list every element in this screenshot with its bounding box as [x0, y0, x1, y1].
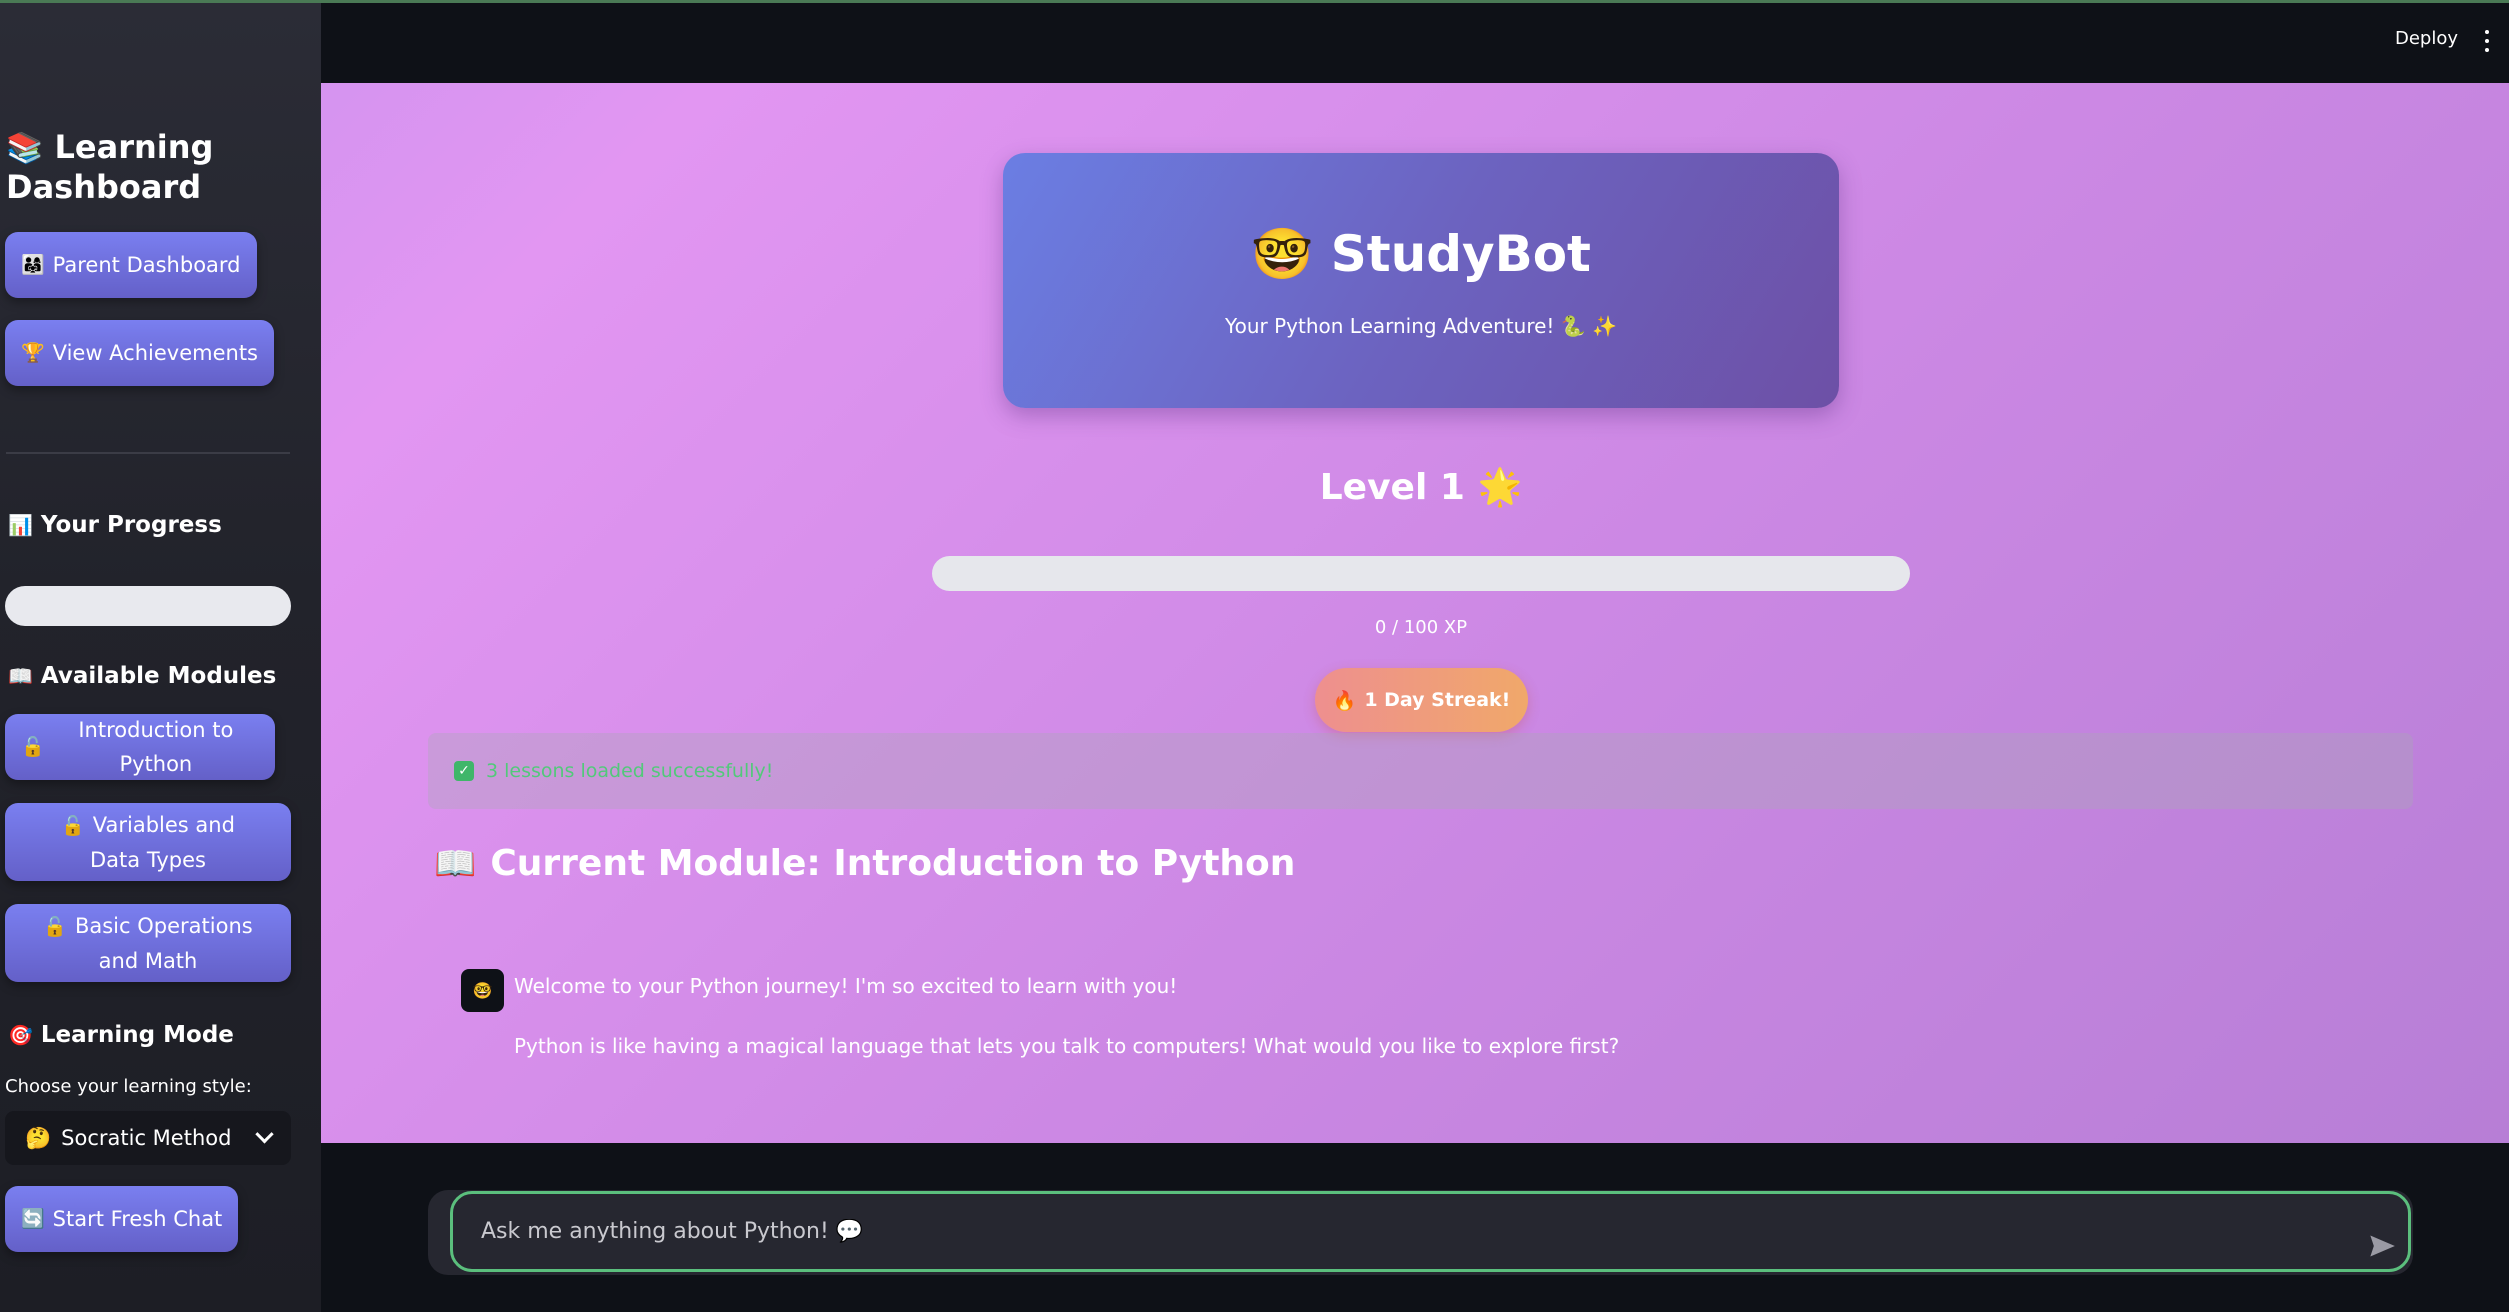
- open-book-icon: 📖: [434, 843, 477, 884]
- hero-subtitle: Your Python Learning Adventure! 🐍 ✨: [1225, 314, 1617, 338]
- learning-style-label: Choose your learning style:: [5, 1076, 252, 1097]
- success-alert: ✓ 3 lessons loaded successfully!: [428, 733, 2413, 809]
- modules-heading-text: Available Modules: [40, 663, 277, 689]
- learning-style-value: Socratic Method: [61, 1126, 232, 1150]
- success-alert-text: 3 lessons loaded successfully!: [486, 760, 774, 782]
- chat-message: Python is like having a magical language…: [514, 1034, 1620, 1058]
- current-module-text: Current Module: Introduction to Python: [490, 843, 1296, 884]
- send-icon[interactable]: [2367, 1232, 2397, 1260]
- unlock-icon: 🔓: [21, 736, 45, 758]
- parent-dashboard-button[interactable]: 👨‍👩‍👧 Parent Dashboard: [5, 232, 257, 298]
- deploy-button[interactable]: Deploy: [2395, 28, 2458, 49]
- star-icon: 🌟: [1477, 467, 1523, 508]
- unlock-icon: 🔓: [61, 814, 85, 837]
- module-button-introduction[interactable]: 🔓 Introduction to Python: [5, 714, 275, 780]
- level-label: Level 1: [1319, 467, 1465, 508]
- hero-card: 🤓 StudyBot Your Python Learning Adventur…: [1003, 153, 1839, 408]
- kebab-menu-icon[interactable]: [2484, 30, 2490, 52]
- module-button-basic-operations[interactable]: 🔓 Basic Operations and Math: [5, 904, 291, 982]
- unlock-icon: 🔓: [43, 915, 67, 938]
- view-achievements-button[interactable]: 🏆 View Achievements: [5, 320, 274, 386]
- modules-heading: 📖 Available Modules: [8, 663, 276, 689]
- learning-mode-heading-text: Learning Mode: [40, 1022, 234, 1048]
- chat-message: Welcome to your Python journey! I'm so e…: [514, 974, 1178, 998]
- xp-progress-bar: [932, 556, 1910, 591]
- xp-text: 0 / 100 XP: [1374, 617, 1468, 638]
- module-label: 🔓 Basic Operations and Math: [43, 913, 253, 973]
- books-icon: 📚: [6, 131, 44, 166]
- start-fresh-chat-label: Start Fresh Chat: [52, 1207, 223, 1231]
- hero-title: 🤓 StudyBot: [1003, 225, 1839, 284]
- chevron-down-icon: [255, 1124, 274, 1143]
- sidebar-progress-bar: [5, 586, 291, 626]
- refresh-icon: 🔄: [21, 1208, 45, 1230]
- streak-label: 1 Day Streak!: [1364, 689, 1511, 711]
- hero-title-text: StudyBot: [1330, 225, 1591, 283]
- open-book-icon: 📖: [8, 664, 33, 688]
- app-header: [321, 0, 2509, 83]
- module-button-variables[interactable]: 🔓 Variables and Data Types: [5, 803, 291, 881]
- top-accent-line: [0, 0, 2509, 3]
- thinking-face-icon: 🤔: [25, 1125, 52, 1150]
- module-label: 🔓 Variables and Data Types: [61, 812, 235, 872]
- learning-style-select[interactable]: 🤔 Socratic Method: [5, 1111, 291, 1165]
- parent-dashboard-label: Parent Dashboard: [52, 253, 241, 277]
- fire-icon: 🔥: [1332, 689, 1357, 712]
- family-icon: 👨‍👩‍👧: [21, 254, 45, 276]
- progress-heading: 📊 Your Progress: [8, 512, 222, 538]
- nerd-face-icon: 🤓: [1251, 225, 1314, 283]
- sidebar-divider: [6, 452, 290, 454]
- learning-mode-heading: 🎯 Learning Mode: [8, 1022, 234, 1048]
- current-module-title: 📖 Current Module: Introduction to Python: [434, 843, 1295, 884]
- bar-chart-icon: 📊: [8, 513, 33, 537]
- start-fresh-chat-button[interactable]: 🔄 Start Fresh Chat: [5, 1186, 239, 1252]
- level-heading: Level 1 🌟: [1100, 466, 1742, 508]
- streak-badge: 🔥 1 Day Streak!: [1315, 668, 1528, 732]
- sidebar: 📚 Learning Dashboard 👨‍👩‍👧 Parent Dashbo…: [0, 0, 321, 1312]
- chat-input[interactable]: [450, 1191, 2411, 1272]
- bot-avatar: 🤓: [461, 969, 504, 1012]
- module-label: Introduction to Python: [78, 718, 234, 776]
- view-achievements-label: View Achievements: [52, 341, 258, 365]
- sidebar-title: 📚 Learning Dashboard: [6, 128, 306, 206]
- target-icon: 🎯: [8, 1023, 33, 1047]
- trophy-icon: 🏆: [21, 342, 45, 364]
- progress-heading-text: Your Progress: [40, 512, 222, 538]
- check-icon: ✓: [454, 761, 474, 781]
